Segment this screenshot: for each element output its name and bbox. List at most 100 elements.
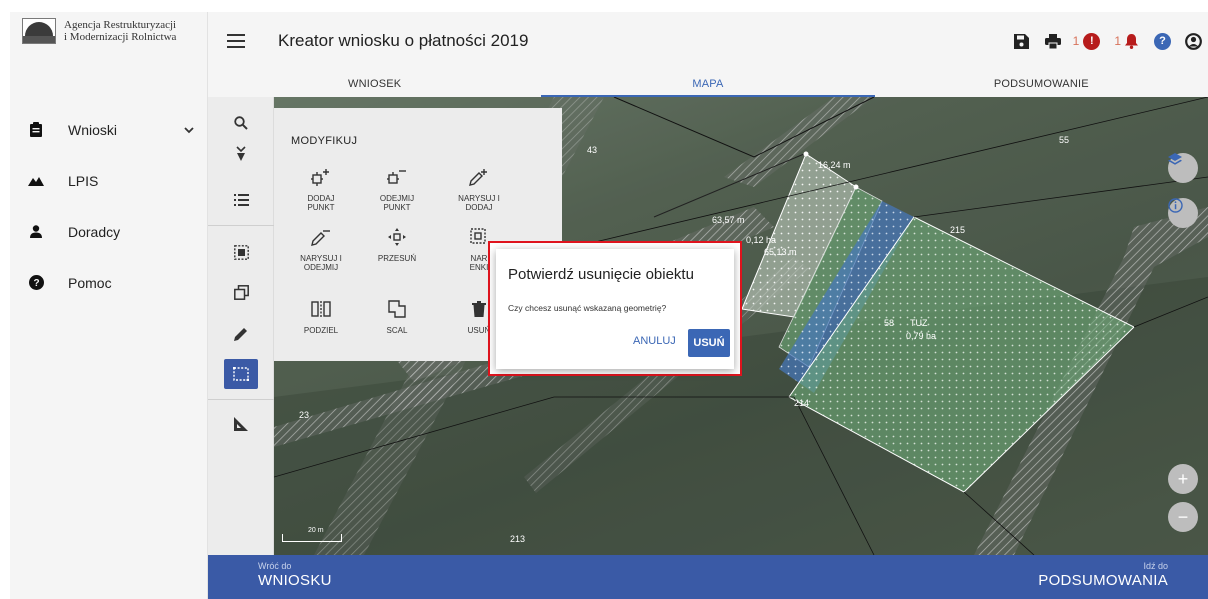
go-to-summary-button[interactable]: Idź do PODSUMOWANIA xyxy=(1038,561,1168,589)
sidebar-item-wnioski[interactable]: Wnioski xyxy=(10,104,208,155)
area-label: 0,12 ha xyxy=(746,235,777,245)
clipboard-icon xyxy=(26,122,46,137)
crop-label: TUZ xyxy=(910,318,928,328)
tab-wniosek[interactable]: WNIOSEK xyxy=(208,70,541,97)
arimr-logo-icon xyxy=(22,18,56,44)
errors-indicator[interactable]: 1 ! xyxy=(1072,32,1101,50)
svg-text:?: ? xyxy=(33,278,39,289)
draw-enclave-icon xyxy=(470,226,488,248)
back-big-label: WNIOSKU xyxy=(258,572,332,589)
modify-tool[interactable] xyxy=(224,359,258,389)
layers-icon xyxy=(1168,153,1182,165)
move-icon xyxy=(388,226,406,248)
account-icon[interactable] xyxy=(1185,32,1202,50)
map-scale-label: 20 m xyxy=(308,527,324,534)
cancel-button[interactable]: ANULUJ xyxy=(633,335,676,347)
select-area-icon xyxy=(233,244,249,260)
parcel-label: 58 xyxy=(884,318,895,328)
draw-subtract-icon xyxy=(311,226,331,248)
add-point-icon xyxy=(311,166,331,188)
help-icon[interactable]: ? xyxy=(1154,32,1171,50)
zoom-out-button[interactable]: − xyxy=(1168,502,1198,532)
split-button[interactable]: PODZIEL xyxy=(283,298,359,335)
layers-button[interactable] xyxy=(1168,153,1198,183)
modify-icon xyxy=(233,367,249,381)
remove-point-icon xyxy=(387,166,407,188)
info-button[interactable] xyxy=(1168,198,1198,228)
copy-tool[interactable] xyxy=(224,277,258,307)
back-small-label: Wróć do xyxy=(258,561,292,571)
parcel-label: 55 xyxy=(1059,135,1070,145)
help-icon: ? xyxy=(26,275,46,290)
bell-icon xyxy=(1125,33,1138,49)
top-header: Kreator wniosku o płatności 2019 1 ! 1 ? xyxy=(208,12,1208,70)
tab-mapa[interactable]: MAPA xyxy=(541,70,875,97)
edit-tool[interactable] xyxy=(224,319,258,349)
sidebar-item-label: Pomoc xyxy=(68,274,112,291)
page-title: Kreator wniosku o płatności 2019 xyxy=(278,31,529,50)
copy-icon xyxy=(233,284,249,300)
mountain-icon xyxy=(26,176,46,186)
sidebar-item-label: Doradcy xyxy=(68,223,121,240)
info-icon xyxy=(1168,198,1183,213)
sidebar-item-pomoc[interactable]: ? Pomoc xyxy=(10,257,208,308)
dialog-title: Potwierdź usunięcie obiektu xyxy=(508,266,694,283)
next-big-label: PODSUMOWANIA xyxy=(1038,572,1168,589)
alert-count: 1 xyxy=(1114,34,1121,48)
header-actions: 1 ! 1 ? xyxy=(1002,12,1202,70)
error-icon: ! xyxy=(1083,32,1101,50)
zoom-in-button[interactable]: + xyxy=(1168,464,1198,494)
measure-label: 65,13 m xyxy=(764,247,797,257)
draw-add-icon xyxy=(469,166,489,188)
search-icon xyxy=(234,116,248,130)
parcel-label: 43 xyxy=(587,145,598,155)
next-small-label: Idź do xyxy=(1143,561,1168,571)
add-point-button[interactable]: DODAJ PUNKT xyxy=(283,166,359,212)
sidebar-item-label: Wnioski xyxy=(68,121,118,138)
measure-label: 63,57 m xyxy=(712,215,745,225)
confirm-delete-dialog: Potwierdź usunięcie obiektu Czy chcesz u… xyxy=(496,249,734,369)
confirm-delete-button[interactable]: USUŃ xyxy=(688,329,730,357)
vegetable-icon xyxy=(236,146,246,161)
merge-button[interactable]: SCAL xyxy=(359,298,435,335)
remove-point-button[interactable]: ODEJMIJ PUNKT xyxy=(359,166,435,212)
notifications-indicator[interactable]: 1 xyxy=(1114,33,1138,49)
parcel-label: 23 xyxy=(299,410,310,420)
tab-podsumowanie[interactable]: PODSUMOWANIE xyxy=(875,70,1208,97)
bottom-nav-bar: Wróć do WNIOSKU Idź do PODSUMOWANIA xyxy=(208,555,1208,599)
panel-title: MODYFIKUJ xyxy=(291,135,358,147)
person-icon xyxy=(26,225,46,238)
list-tool[interactable] xyxy=(224,185,258,215)
map-toolbar xyxy=(208,97,274,555)
sidebar-item-lpis[interactable]: LPIS xyxy=(10,155,208,206)
back-to-application-button[interactable]: Wróć do WNIOSKU xyxy=(258,561,332,589)
menu-icon[interactable] xyxy=(227,34,245,48)
tab-bar: WNIOSEK MAPA PODSUMOWANIE xyxy=(208,70,1208,97)
sidebar-item-label: LPIS xyxy=(68,172,99,189)
area-label: 0,79 ha xyxy=(906,331,937,341)
parcel-label: 215 xyxy=(950,225,966,235)
list-icon xyxy=(233,194,249,206)
save-icon[interactable] xyxy=(1013,33,1029,49)
search-tool[interactable] xyxy=(224,108,258,138)
measure-tool[interactable] xyxy=(224,409,258,439)
parcel-label: 214 xyxy=(794,398,810,408)
split-icon xyxy=(311,298,331,320)
trash-icon xyxy=(472,298,486,320)
plus-icon: + xyxy=(1177,468,1189,489)
logo[interactable]: Agencja Restrukturyzacji i Modernizacji … xyxy=(10,12,208,50)
error-count: 1 xyxy=(1072,34,1080,48)
sidebar-item-doradcy[interactable]: Doradcy xyxy=(10,206,208,257)
print-icon[interactable] xyxy=(1044,33,1061,49)
draw-and-subtract-button[interactable]: NARYSUJ I ODEJMIJ xyxy=(283,226,359,272)
parcel-label: 213 xyxy=(510,534,526,544)
chevron-down-icon[interactable] xyxy=(184,122,194,137)
minus-icon: − xyxy=(1177,506,1189,527)
measure-label: 16,24 m xyxy=(818,160,851,170)
crop-tool[interactable] xyxy=(224,139,258,169)
merge-icon xyxy=(388,298,406,320)
draw-and-add-button[interactable]: NARYSUJ I DODAJ xyxy=(441,166,517,212)
select-tool[interactable] xyxy=(224,237,258,267)
sidebar-nav: Wnioski LPIS Doradcy ? Pomoc xyxy=(10,104,208,308)
move-button[interactable]: PRZESUŃ xyxy=(359,226,435,263)
